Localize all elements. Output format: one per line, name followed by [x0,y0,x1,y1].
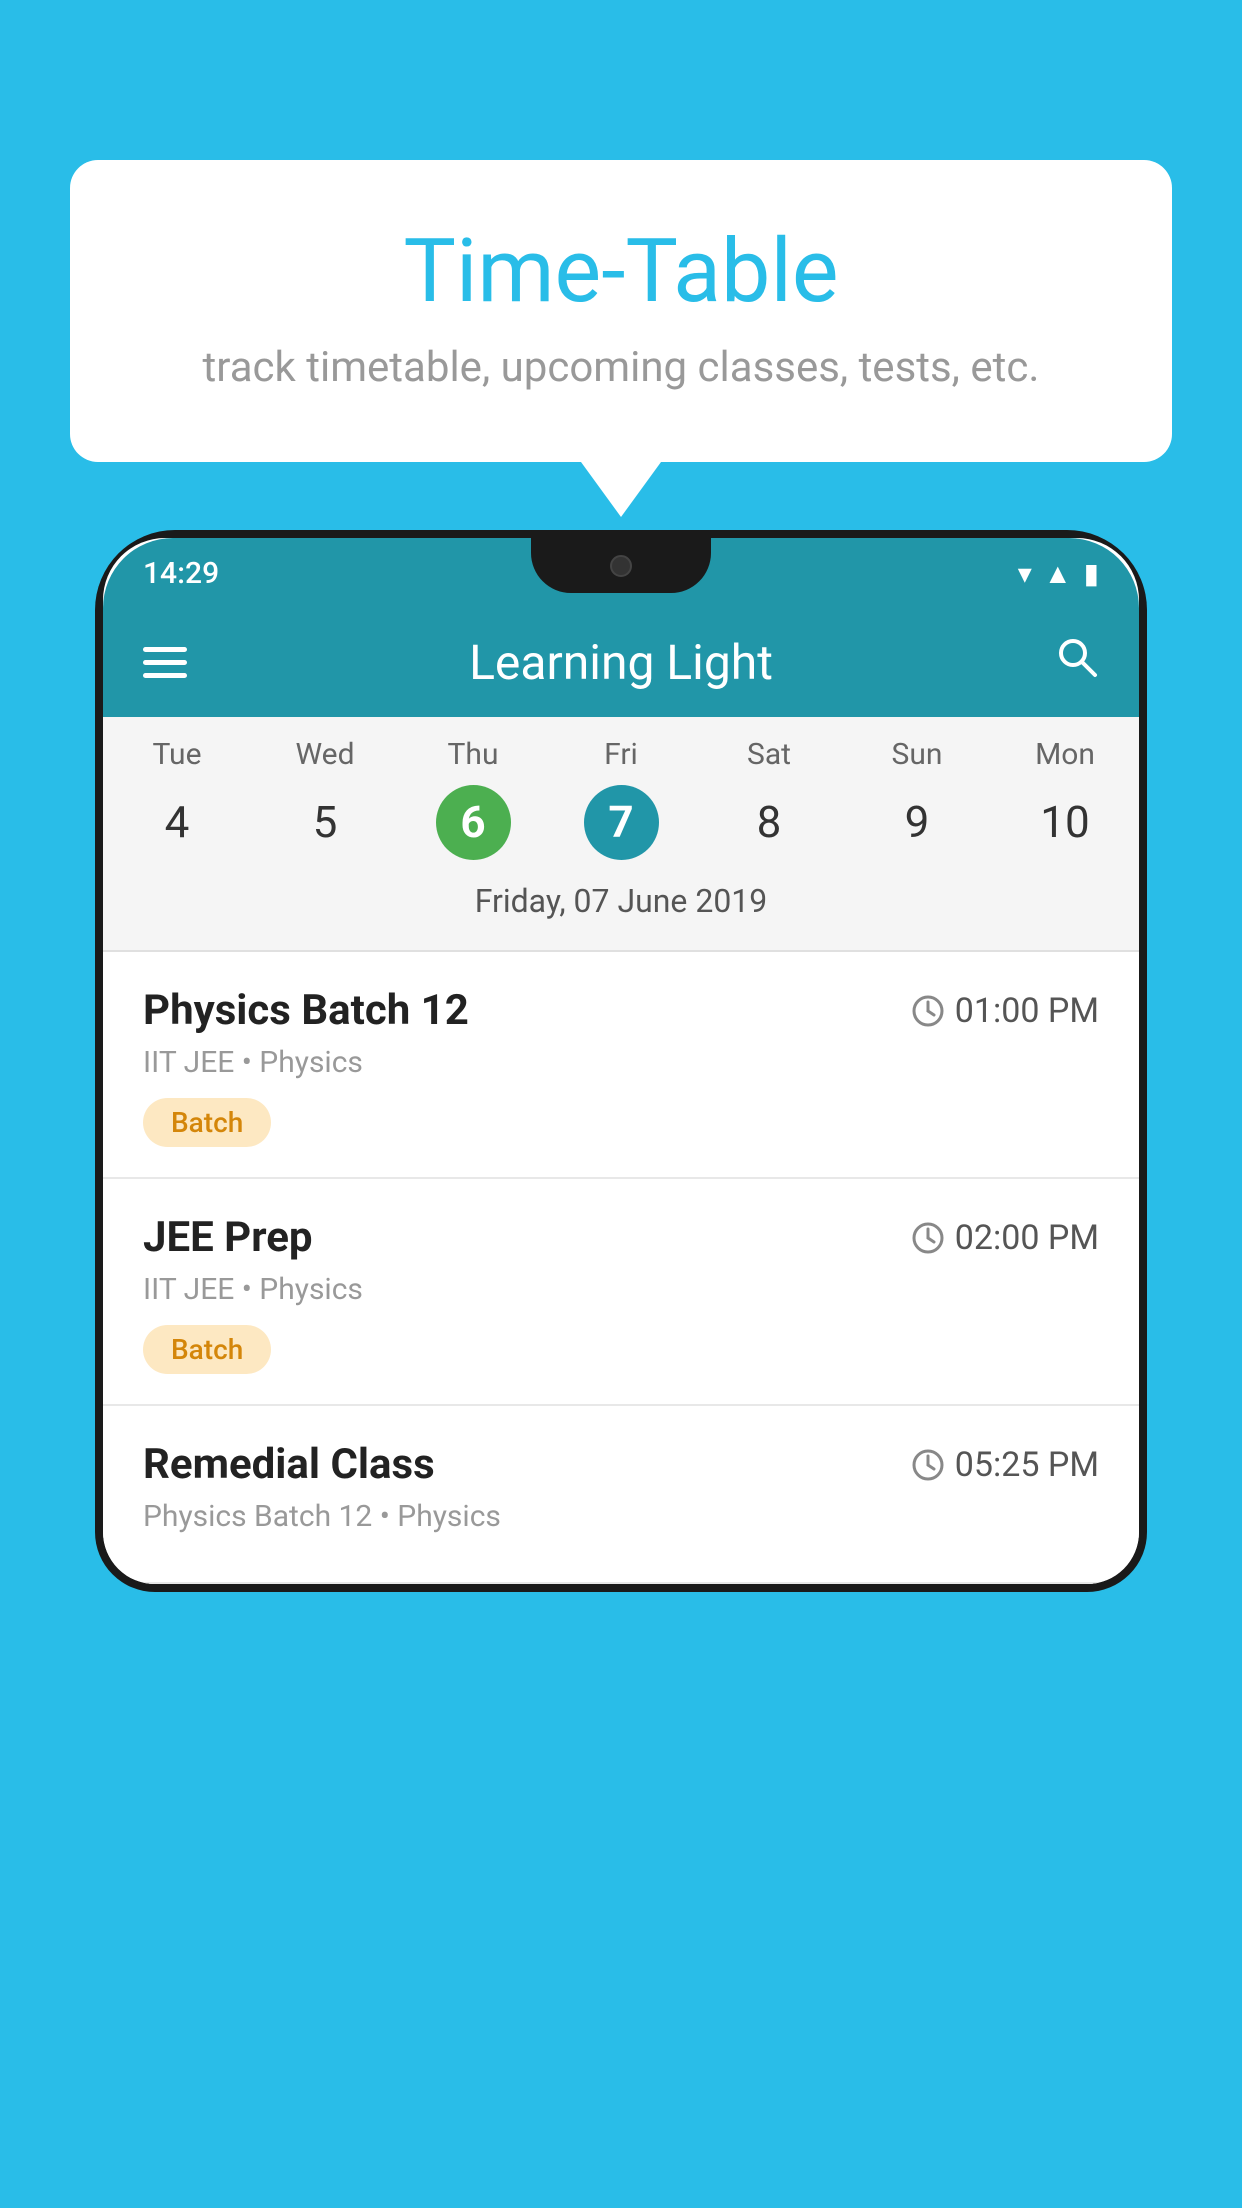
schedule-item-2-tag: Batch [143,1325,271,1374]
schedule-item-2-top: JEE Prep 02:00 PM [143,1213,1099,1262]
bubble-title: Time-Table [150,220,1092,323]
phone-inner-screen: 14:29 ▾ ▲ ▮ Learning Light [103,538,1139,1584]
day-numbers-row: 4 5 6 7 8 9 10 [103,782,1139,862]
clock-icon-3 [911,1448,945,1482]
speech-bubble-card: Time-Table track timetable, upcoming cla… [70,160,1172,462]
schedule-item-3-time: 05:25 PM [911,1445,1099,1485]
schedule-item-1-top: Physics Batch 12 01:00 PM [143,986,1099,1035]
signal-icon: ▲ [1044,557,1072,590]
day-header-sat: Sat [695,737,843,772]
day-7-selected[interactable]: 7 [547,782,695,862]
search-button[interactable] [1055,634,1099,691]
battery-icon: ▮ [1084,557,1099,590]
phone-mockup: 14:29 ▾ ▲ ▮ Learning Light [95,530,1147,2208]
day-header-mon: Mon [991,737,1139,772]
calendar-strip: Tue Wed Thu Fri Sat Sun Mon 4 5 6 7 8 9 … [103,717,1139,950]
day-header-wed: Wed [251,737,399,772]
day-header-thu: Thu [399,737,547,772]
speech-bubble-section: Time-Table track timetable, upcoming cla… [70,160,1172,517]
day-4[interactable]: 4 [103,782,251,862]
phone-outer-shell: 14:29 ▾ ▲ ▮ Learning Light [95,530,1147,1592]
schedule-item-3-name: Remedial Class [143,1440,435,1489]
day-8[interactable]: 8 [695,782,843,862]
clock-icon-1 [911,994,945,1028]
clock-icon-2 [911,1221,945,1255]
schedule-item-1-time: 01:00 PM [911,991,1099,1031]
app-title: Learning Light [469,634,773,691]
schedule-item-1-meta: IIT JEE • Physics [143,1045,1099,1080]
schedule-item-2-meta: IIT JEE • Physics [143,1272,1099,1307]
schedule-item-2-name: JEE Prep [143,1213,313,1262]
wifi-icon: ▾ [1018,557,1032,590]
schedule-item-3-meta: Physics Batch 12 • Physics [143,1499,1099,1534]
schedule-item-2-time: 02:00 PM [911,1218,1099,1258]
schedule-item-2[interactable]: JEE Prep 02:00 PM IIT JEE • Physics Batc… [103,1179,1139,1406]
schedule-list: Physics Batch 12 01:00 PM IIT JEE • Phys… [103,952,1139,1584]
schedule-item-3[interactable]: Remedial Class 05:25 PM Physics Batch 12… [103,1406,1139,1584]
schedule-item-1-tag: Batch [143,1098,271,1147]
day-9[interactable]: 9 [843,782,991,862]
schedule-item-3-top: Remedial Class 05:25 PM [143,1440,1099,1489]
day-10[interactable]: 10 [991,782,1139,862]
status-time: 14:29 [143,556,219,591]
day-header-tue: Tue [103,737,251,772]
hamburger-menu-button[interactable] [143,647,187,678]
day-5[interactable]: 5 [251,782,399,862]
app-header: Learning Light [103,608,1139,717]
day-header-sun: Sun [843,737,991,772]
camera-dot [610,555,632,577]
schedule-item-1-name: Physics Batch 12 [143,986,469,1035]
status-bar: 14:29 ▾ ▲ ▮ [103,538,1139,608]
day-header-fri: Fri [547,737,695,772]
selected-date-label: Friday, 07 June 2019 [103,872,1139,940]
day-6-today[interactable]: 6 [399,782,547,862]
schedule-item-1[interactable]: Physics Batch 12 01:00 PM IIT JEE • Phys… [103,952,1139,1179]
bubble-subtitle: track timetable, upcoming classes, tests… [150,343,1092,392]
day-headers-row: Tue Wed Thu Fri Sat Sun Mon [103,737,1139,772]
phone-notch [531,538,711,593]
bubble-arrow [581,462,661,517]
status-icons: ▾ ▲ ▮ [1018,557,1099,590]
